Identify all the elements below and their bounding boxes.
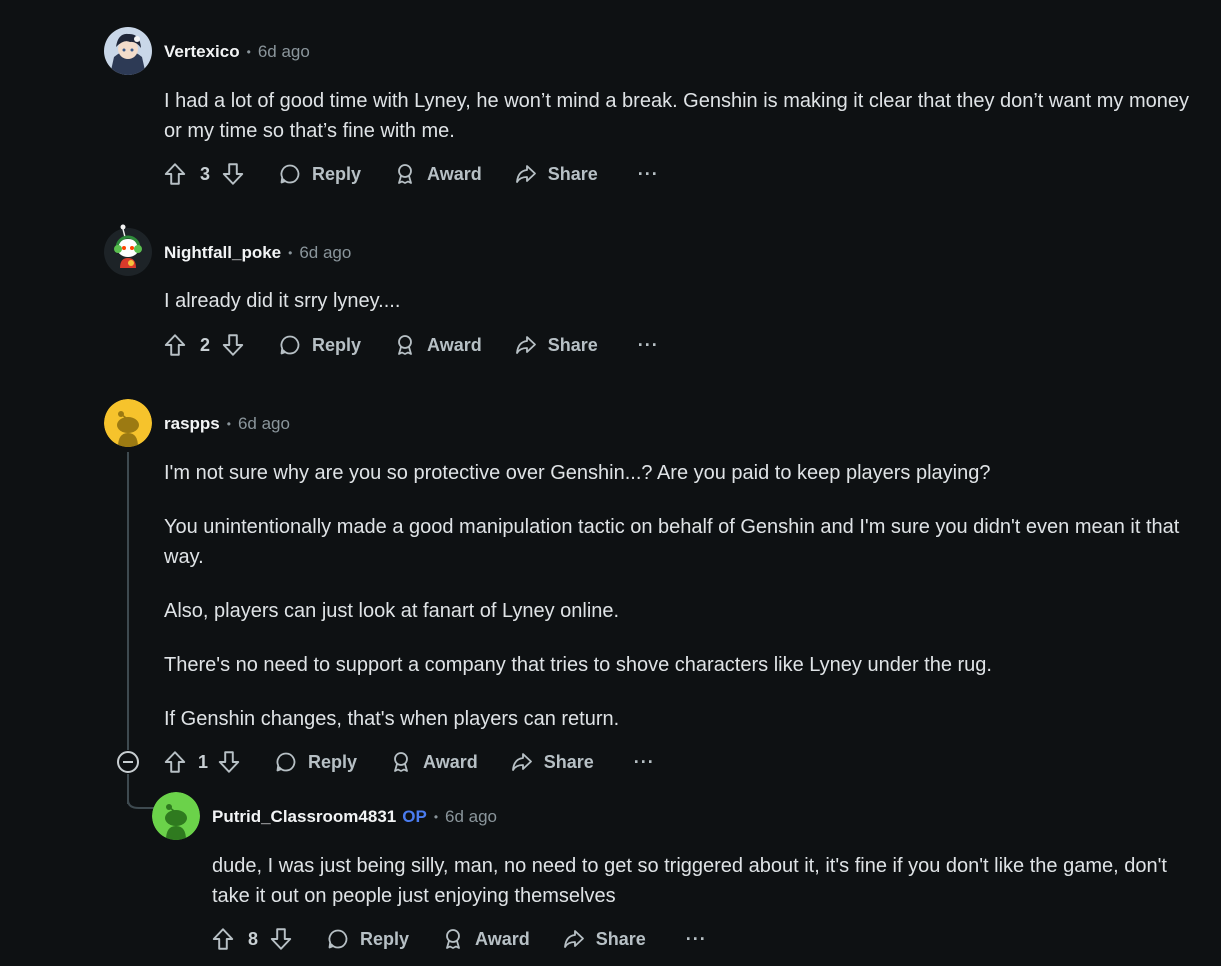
reply-button[interactable]: Reply [278, 333, 361, 357]
reply-button[interactable]: Reply [274, 750, 357, 774]
downvote-icon[interactable] [216, 749, 242, 775]
reply-button[interactable]: Reply [326, 927, 409, 951]
avatar[interactable] [104, 27, 152, 75]
share-label: Share [595, 928, 646, 949]
share-button[interactable]: Share [562, 927, 646, 951]
reply-button[interactable]: Reply [278, 162, 361, 186]
award-label: Award [427, 163, 482, 184]
share-icon [514, 162, 548, 186]
vote-score: 3 [200, 163, 211, 184]
award-button[interactable]: Award [441, 927, 530, 951]
comment-paragraph: There's no need to support a company tha… [164, 654, 992, 676]
comment-paragraph: I had a lot of good time with Lyney, he … [164, 90, 1189, 142]
timestamp[interactable]: 6d ago [258, 42, 310, 62]
comment-meta: raspps • 6d ago [164, 412, 290, 436]
collapse-thread-button[interactable] [117, 751, 139, 773]
award-button[interactable]: Award [393, 162, 482, 186]
comment-body: I'm not sure why are you so protective o… [164, 458, 1189, 734]
vote-group: 2 [162, 332, 246, 358]
award-button[interactable]: Award [389, 750, 478, 774]
vote-score: 1 [198, 751, 209, 772]
avatar[interactable] [104, 399, 152, 447]
vote-group: 8 [210, 926, 294, 952]
comment-bubble-icon [278, 333, 312, 357]
share-button[interactable]: Share [514, 333, 598, 357]
award-icon [441, 927, 475, 951]
author-name[interactable]: Vertexico [164, 42, 240, 62]
reply-label: Reply [308, 751, 358, 772]
comment-actions: 3 Reply Award Share ··· [162, 158, 659, 190]
op-badge: OP [402, 807, 427, 826]
upvote-icon[interactable] [162, 749, 188, 775]
comment-bubble-icon [274, 750, 308, 774]
downvote-icon[interactable] [220, 332, 246, 358]
award-icon [393, 162, 427, 186]
reply-label: Reply [360, 928, 410, 949]
share-button[interactable]: Share [514, 162, 598, 186]
timestamp[interactable]: 6d ago [238, 414, 290, 434]
award-label: Award [475, 928, 530, 949]
upvote-icon[interactable] [210, 926, 236, 952]
comment-meta: Putrid_Classroom4831 OP • 6d ago [212, 805, 497, 829]
reply-label: Reply [312, 163, 362, 184]
reply-label: Reply [312, 334, 362, 355]
vote-group: 3 [162, 161, 246, 187]
comment-actions: 1 Reply Award Share ··· [162, 746, 655, 778]
share-icon [562, 927, 596, 951]
thread-line[interactable] [127, 452, 129, 750]
upvote-icon[interactable] [162, 332, 188, 358]
share-icon [514, 333, 548, 357]
comment-actions: 8 Reply Award Share ··· [210, 923, 707, 955]
timestamp[interactable]: 6d ago [445, 807, 497, 827]
avatar[interactable] [152, 792, 200, 840]
award-icon [389, 750, 423, 774]
author-name[interactable]: Nightfall_poke [164, 243, 281, 263]
comment-actions: 2 Reply Award Share ··· [162, 329, 659, 361]
minus-icon [123, 761, 133, 763]
more-options-icon[interactable]: ··· [638, 335, 659, 356]
avatar[interactable] [104, 224, 152, 276]
separator-dot: • [288, 246, 293, 260]
comment-paragraph: I already did it srry lyney.... [164, 290, 401, 312]
downvote-icon[interactable] [268, 926, 294, 952]
comment-paragraph: You unintentionally made a good manipula… [164, 516, 1180, 568]
more-options-icon[interactable]: ··· [638, 164, 659, 185]
award-button[interactable]: Award [393, 333, 482, 357]
downvote-icon[interactable] [220, 161, 246, 187]
separator-dot: • [433, 810, 439, 824]
comment-body: dude, I was just being silly, man, no ne… [212, 851, 1187, 911]
comment-meta: Vertexico • 6d ago [164, 40, 310, 64]
award-label: Award [423, 751, 478, 772]
comment-bubble-icon [326, 927, 360, 951]
share-button[interactable]: Share [510, 750, 594, 774]
timestamp[interactable]: 6d ago [299, 243, 351, 263]
comment-paragraph: If Genshin changes, that's when players … [164, 708, 620, 730]
more-options-icon[interactable]: ··· [634, 752, 655, 773]
award-icon [393, 333, 427, 357]
comment-paragraph: dude, I was just being silly, man, no ne… [212, 855, 1167, 907]
share-label: Share [543, 751, 594, 772]
vote-group: 1 [162, 749, 242, 775]
comment-paragraph: Also, players can just look at fanart of… [164, 600, 620, 622]
award-label: Award [427, 334, 482, 355]
separator-dot: • [226, 417, 231, 431]
separator-dot: • [246, 45, 251, 59]
upvote-icon[interactable] [162, 161, 188, 187]
more-options-icon[interactable]: ··· [686, 929, 707, 950]
vote-score: 2 [200, 334, 211, 355]
vote-score: 8 [248, 928, 259, 949]
share-label: Share [547, 163, 598, 184]
share-label: Share [547, 334, 598, 355]
comment-paragraph: I'm not sure why are you so protective o… [164, 462, 991, 484]
share-icon [510, 750, 544, 774]
author-name[interactable]: raspps [164, 414, 220, 434]
comment-meta: Nightfall_poke • 6d ago [164, 241, 351, 265]
comment-bubble-icon [278, 162, 312, 186]
comment-body: I had a lot of good time with Lyney, he … [164, 86, 1189, 146]
author-name[interactable]: Putrid_Classroom4831 [212, 807, 396, 827]
comment-body: I already did it srry lyney.... [164, 286, 1189, 316]
